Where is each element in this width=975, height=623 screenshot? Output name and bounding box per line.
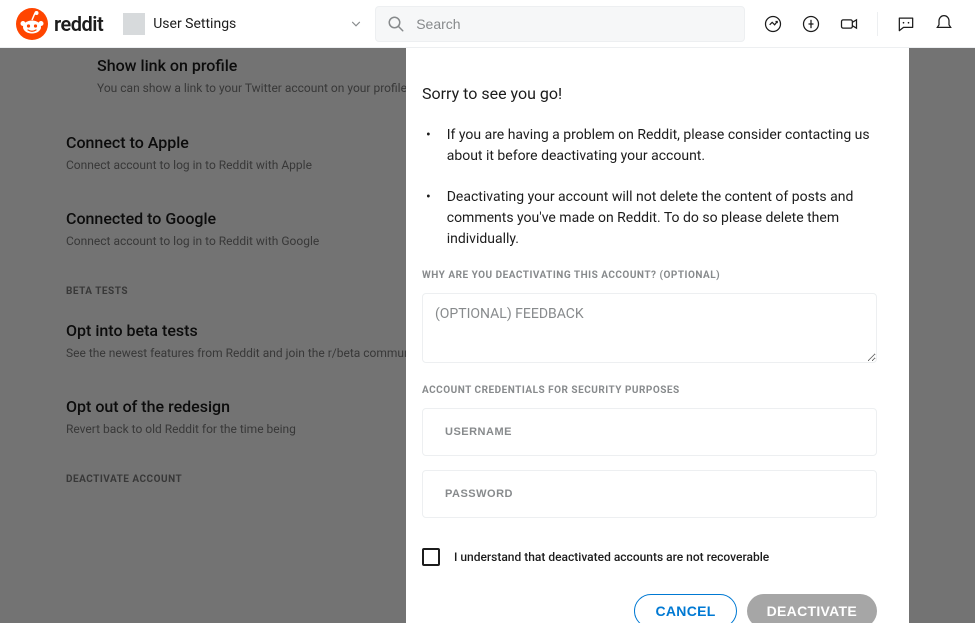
reddit-logo-icon — [16, 8, 48, 40]
deactivate-button[interactable]: DEACTIVATE — [747, 594, 877, 623]
coin-icon[interactable] — [799, 12, 823, 36]
reddit-logo-text: reddit — [54, 12, 103, 36]
nav-dropdown[interactable]: User Settings — [123, 13, 363, 35]
deactivate-modal: Sorry to see you go! • If you are having… — [406, 0, 909, 623]
checkbox-label: I understand that deactivated accounts a… — [454, 550, 769, 564]
nav-avatar-icon — [123, 13, 145, 35]
reason-label: Why are you deactivating this account? (… — [422, 270, 877, 281]
nav-label: User Settings — [153, 16, 341, 32]
search-icon — [387, 15, 405, 33]
reddit-logo[interactable]: reddit — [16, 8, 103, 40]
notification-icon[interactable] — [932, 12, 956, 36]
popular-icon[interactable] — [761, 12, 785, 36]
chevron-down-icon — [349, 17, 363, 31]
creds-label: Account credentials for security purpose… — [422, 385, 877, 396]
modal-bullet-1: • If you are having a problem on Reddit,… — [422, 125, 877, 167]
header: reddit User Settings — [0, 0, 975, 48]
cancel-button[interactable]: CANCEL — [634, 594, 736, 623]
username-input[interactable] — [422, 408, 877, 456]
password-input[interactable] — [422, 470, 877, 518]
understand-checkbox[interactable] — [422, 548, 440, 566]
video-icon[interactable] — [837, 12, 861, 36]
header-icons — [761, 12, 956, 36]
modal-bullet-2: • Deactivating your account will not del… — [422, 187, 877, 250]
search-input[interactable] — [375, 6, 745, 42]
modal-title: Sorry to see you go! — [422, 84, 877, 103]
reason-textarea[interactable] — [422, 293, 877, 363]
chat-icon[interactable] — [894, 12, 918, 36]
